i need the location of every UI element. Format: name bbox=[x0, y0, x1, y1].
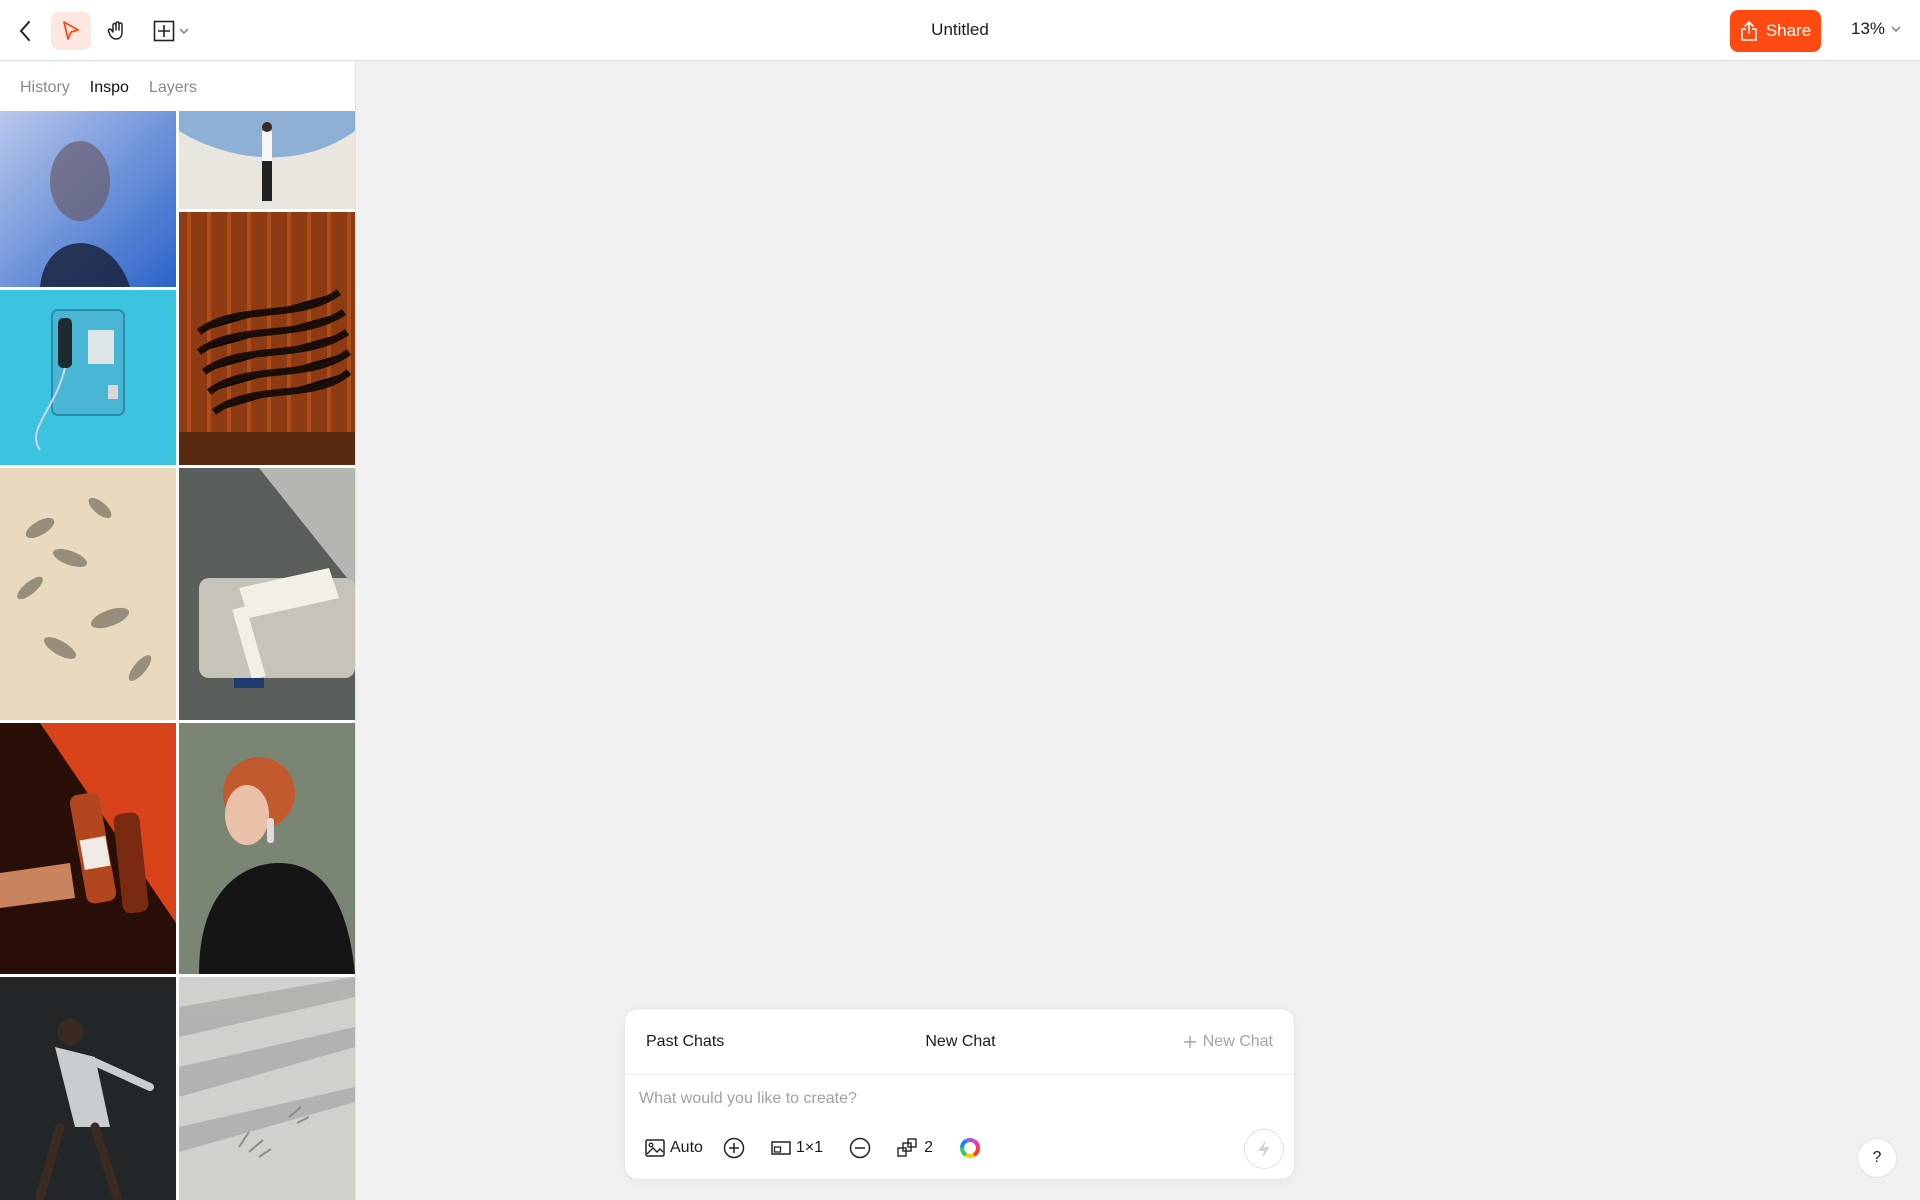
inspo-image-striped-fabric[interactable] bbox=[179, 212, 355, 465]
generate-button[interactable] bbox=[1244, 1129, 1284, 1169]
chat-panel: Past Chats New Chat New Chat Auto 1×1 2 bbox=[624, 1008, 1295, 1180]
image-count-button[interactable]: 2 bbox=[897, 1138, 933, 1158]
share-icon bbox=[1741, 21, 1757, 41]
add-frame-icon bbox=[153, 20, 175, 42]
new-chat-label: New Chat bbox=[1202, 1033, 1273, 1050]
image-mode-button[interactable]: Auto bbox=[645, 1139, 703, 1157]
hand-icon bbox=[107, 21, 123, 40]
tab-layers[interactable]: Layers bbox=[149, 79, 197, 111]
tab-inspo[interactable]: Inspo bbox=[90, 79, 129, 111]
zoom-dropdown[interactable]: 13% bbox=[1851, 19, 1901, 39]
share-label: Share bbox=[1765, 21, 1812, 40]
add-reference-button[interactable] bbox=[723, 1137, 745, 1159]
plus-icon bbox=[1183, 1036, 1196, 1048]
back-button[interactable] bbox=[10, 12, 40, 50]
add-frame-button[interactable] bbox=[148, 12, 194, 50]
plus-circle-icon bbox=[723, 1137, 745, 1159]
top-bar: Untitled Share 13% bbox=[0, 0, 1920, 61]
color-wheel-icon bbox=[959, 1138, 980, 1158]
help-label: ? bbox=[1872, 1149, 1882, 1166]
hand-tool-button[interactable] bbox=[99, 12, 135, 50]
inspo-image-man-white-wall[interactable] bbox=[179, 111, 355, 209]
tab-history[interactable]: History bbox=[20, 79, 70, 111]
negative-prompt-button[interactable] bbox=[849, 1137, 871, 1159]
document-title: Untitled bbox=[931, 20, 989, 39]
new-chat-button[interactable]: New Chat bbox=[1183, 1033, 1273, 1051]
help-button[interactable]: ? bbox=[1857, 1138, 1897, 1178]
inspo-image-blue-payphone[interactable] bbox=[0, 290, 176, 465]
image-icon bbox=[645, 1139, 665, 1157]
image-mode-label: Auto bbox=[670, 1139, 703, 1156]
inspo-image-runner[interactable] bbox=[0, 977, 176, 1200]
inspo-image-redhead-portrait[interactable] bbox=[179, 723, 355, 974]
inspo-image-blurred-portrait[interactable] bbox=[0, 111, 176, 287]
past-chats-button[interactable]: Past Chats bbox=[646, 1033, 724, 1051]
chevron-left-icon bbox=[20, 21, 30, 41]
zoom-value: 13% bbox=[1851, 19, 1886, 38]
minus-circle-icon bbox=[849, 1137, 871, 1159]
inspo-image-leaf-shadows[interactable] bbox=[0, 468, 176, 720]
aspect-ratio-label: 1×1 bbox=[795, 1139, 824, 1156]
stack-icon bbox=[897, 1138, 917, 1157]
lightning-icon bbox=[1258, 1140, 1270, 1158]
inspo-image-reclining-sofa[interactable] bbox=[179, 468, 355, 720]
chat-toolbar: Auto 1×1 2 bbox=[645, 1137, 981, 1159]
panel-tabs: History Inspo Layers bbox=[0, 62, 355, 111]
share-button[interactable]: Share bbox=[1730, 10, 1821, 52]
color-palette-button[interactable] bbox=[959, 1137, 981, 1159]
aspect-ratio-icon bbox=[771, 1141, 791, 1155]
chevron-down-icon bbox=[1891, 26, 1901, 32]
chevron-down-icon bbox=[179, 28, 189, 34]
aspect-ratio-button[interactable]: 1×1 bbox=[771, 1139, 823, 1157]
left-panel: History Inspo Layers bbox=[0, 62, 356, 1200]
cursor-select-icon bbox=[63, 21, 79, 40]
inspo-image-handprints-sand[interactable] bbox=[179, 977, 355, 1200]
inspo-image-bottles-orange[interactable] bbox=[0, 723, 176, 974]
chat-header: Past Chats New Chat New Chat bbox=[625, 1009, 1294, 1075]
select-tool-button[interactable] bbox=[51, 12, 91, 50]
prompt-input[interactable] bbox=[639, 1087, 1279, 1111]
image-count-label: 2 bbox=[924, 1139, 933, 1156]
